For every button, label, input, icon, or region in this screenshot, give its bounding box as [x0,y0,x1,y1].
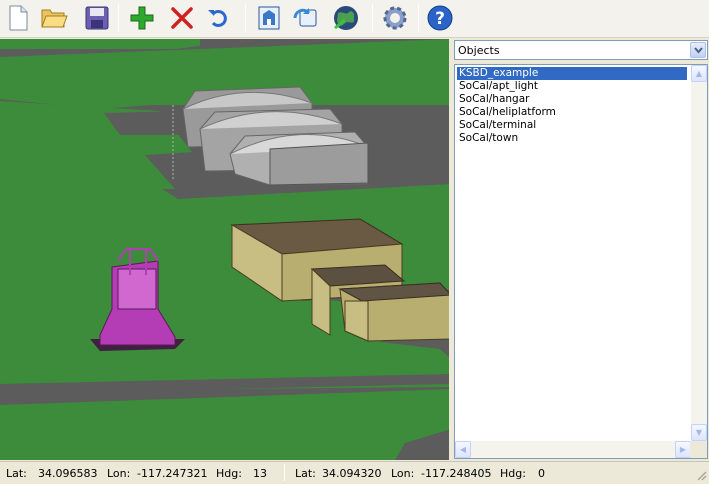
object-list[interactable]: KSBD_example SoCal/apt_light SoCal/hanga… [454,64,708,459]
object-panel: Objects KSBD_example SoCal/apt_light SoC… [453,39,709,460]
hdg-label: Hdg: [216,467,242,480]
scroll-up-icon[interactable]: ▲ [691,65,707,82]
add-icon[interactable] [127,3,157,33]
scrollbar-corner [690,441,707,458]
grass-area [0,39,200,49]
undo-icon[interactable] [203,3,233,33]
dropdown-value: Objects [458,44,500,57]
gear-icon[interactable] [380,3,410,33]
chevron-down-icon[interactable] [690,42,706,58]
lon-value: -117.247321 [137,467,208,480]
lat-label: Lat: [6,467,27,480]
lon-label: Lon: [391,467,415,480]
globe-icon[interactable] [331,3,361,33]
building-icon[interactable] [254,3,284,33]
list-item[interactable]: SoCal/terminal [457,119,536,132]
list-item[interactable]: SoCal/town [457,132,518,145]
grass-area [0,389,451,460]
object-type-dropdown[interactable]: Objects [454,40,708,60]
svg-text:?: ? [435,9,445,29]
vertical-scrollbar[interactable]: ▲ ▼ [691,65,707,441]
lon-value: -117.248405 [421,467,492,480]
lat-value: 34.096583 [38,467,98,480]
list-item[interactable]: SoCal/heliplatform [457,106,556,119]
toolbar: ? [0,0,709,38]
lat-label: Lat: [295,467,316,480]
hdg-value: 13 [253,467,267,480]
lon-label: Lon: [107,467,131,480]
refresh-icon[interactable] [290,3,320,33]
list-item[interactable]: SoCal/apt_light [457,80,538,93]
list-item[interactable]: SoCal/hangar [457,93,529,106]
hdg-value: 0 [538,467,545,480]
scroll-left-icon[interactable]: ◀ [455,441,471,458]
status-bar: Lat: 34.096583 Lon: -117.247321 Hdg: 13 … [0,461,709,483]
horizontal-scrollbar[interactable]: ◀ ▶ [455,441,691,458]
scenery-3d-viewport[interactable] [0,39,451,460]
hdg-label: Hdg: [500,467,526,480]
delete-icon[interactable] [167,3,197,33]
save-icon[interactable] [82,3,112,33]
scroll-right-icon[interactable]: ▶ [675,441,691,458]
open-folder-icon[interactable] [39,3,69,33]
new-file-icon[interactable] [3,3,33,33]
list-item[interactable]: KSBD_example [457,67,687,80]
lat-value: 34.094320 [322,467,382,480]
help-icon[interactable]: ? [425,3,455,33]
resize-grip-icon[interactable] [695,469,707,481]
scroll-down-icon[interactable]: ▼ [691,424,707,441]
